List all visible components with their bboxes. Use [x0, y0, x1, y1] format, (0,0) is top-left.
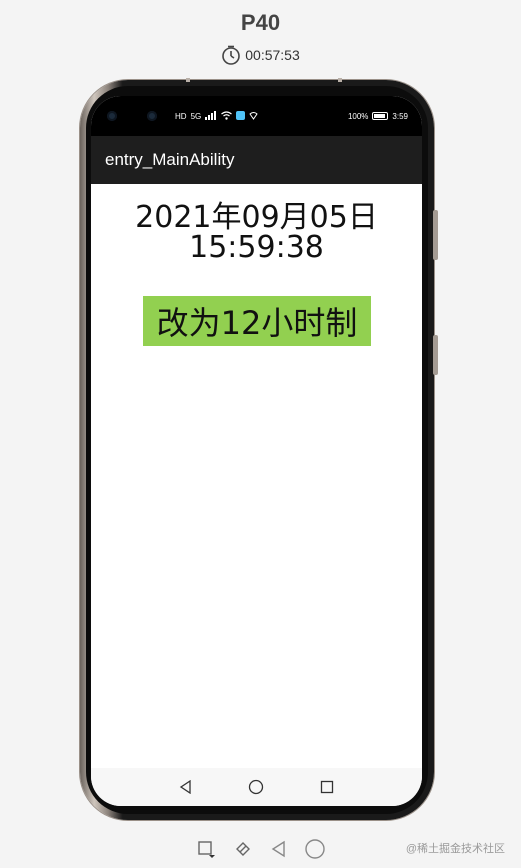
- front-cameras: [107, 111, 157, 121]
- device-name: P40: [240, 10, 281, 35]
- app-title: entry_MainAbility: [105, 150, 235, 169]
- emulator-page: P40 00:57:53 HD 5G 100% 3:59 entry_MainA…: [0, 0, 521, 868]
- signal-label: 5G: [190, 111, 202, 121]
- watermark: @稀土掘金技术社区: [405, 843, 505, 855]
- timer-row: 00:57:53: [0, 45, 521, 65]
- back-icon[interactable]: [174, 775, 198, 799]
- volume-button: [433, 210, 438, 260]
- timer-icon: [221, 45, 241, 65]
- home-icon[interactable]: [244, 775, 268, 799]
- emulator-toolbar: [196, 838, 326, 860]
- location-icon: [249, 111, 258, 122]
- status-clock: 3:59: [392, 111, 408, 121]
- app-title-bar: entry_MainAbility: [91, 136, 422, 184]
- wifi-icon: [221, 110, 233, 122]
- power-button: [433, 335, 438, 375]
- status-bar: HD 5G 100% 3:59: [91, 96, 422, 136]
- elapsed-time: 00:57:53: [245, 47, 300, 63]
- frame-accent: [186, 78, 190, 82]
- system-navbar: [91, 768, 422, 806]
- back-icon[interactable]: [268, 838, 290, 860]
- toggle-12-hour-button[interactable]: 改为12小时制: [143, 296, 371, 346]
- battery-icon: [372, 112, 389, 120]
- status-right: 100% 3:59: [348, 112, 408, 121]
- screenshot-icon[interactable]: [232, 838, 254, 860]
- battery-percent: 100%: [347, 111, 369, 121]
- home-icon[interactable]: [304, 838, 326, 860]
- recents-icon[interactable]: [315, 775, 339, 799]
- app-content: 2021年09月05日 15:59:38 改为12小时制: [91, 184, 422, 758]
- time-text: 15:59:38: [189, 230, 324, 265]
- hd-label: HD: [175, 111, 187, 121]
- notification-icon: [236, 110, 246, 122]
- status-icons: HD 5G: [175, 110, 258, 122]
- frame-accent: [338, 78, 342, 82]
- phone-screen: HD 5G 100% 3:59 entry_MainAbility 2021年0…: [91, 96, 422, 806]
- signal-bars-icon: [205, 110, 217, 122]
- camera-icon: [147, 111, 157, 121]
- camera-icon: [107, 111, 117, 121]
- rotate-icon[interactable]: [196, 838, 218, 860]
